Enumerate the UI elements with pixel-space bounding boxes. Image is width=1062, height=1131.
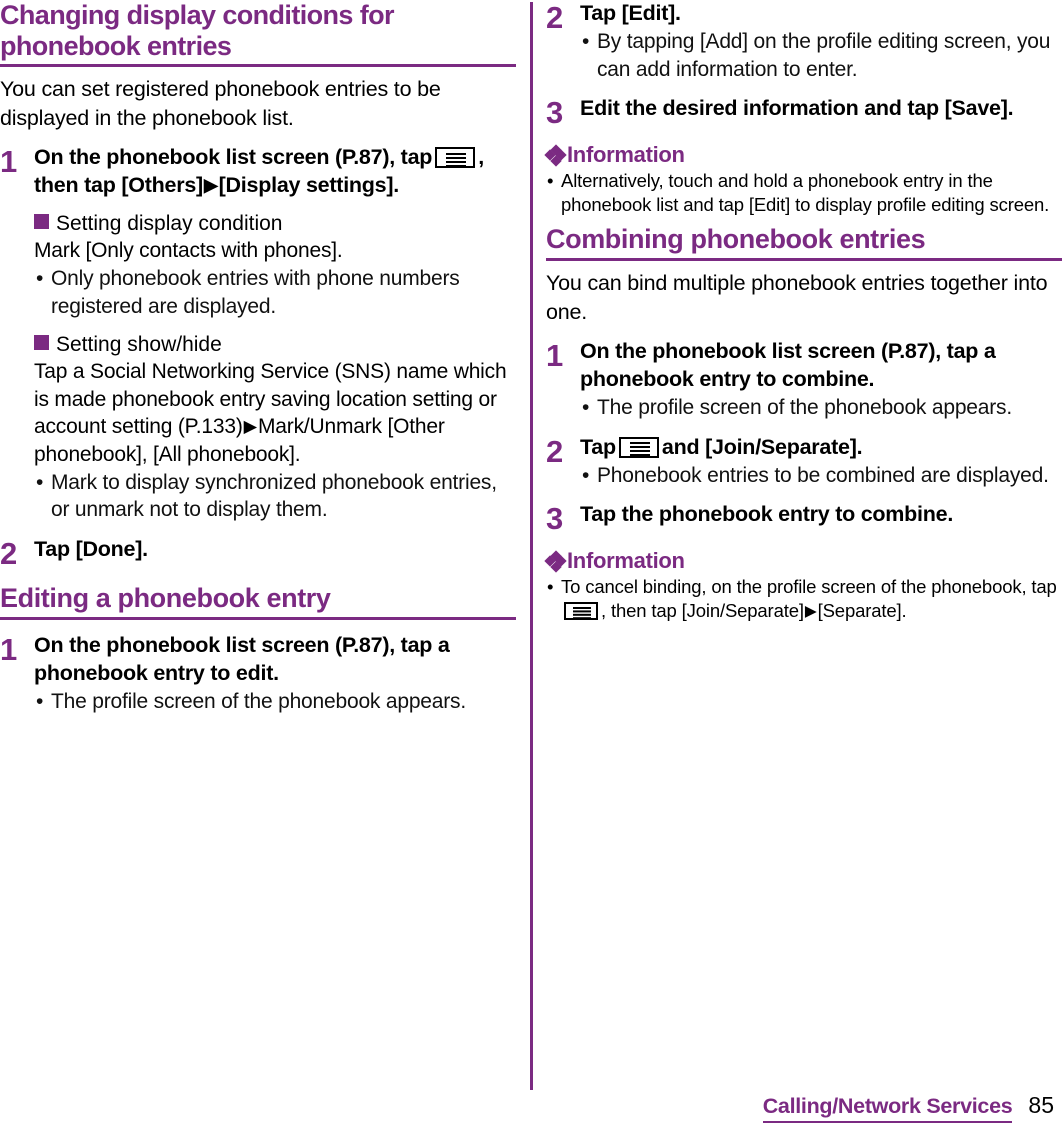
information-label: Information — [567, 142, 685, 168]
sub-heading-label: Setting display condition — [56, 212, 283, 236]
step-item: 2 Tap [Done]. — [0, 536, 516, 569]
step-title: Tap [Edit]. — [580, 1, 681, 25]
section1-intro-paragraph: You can set registered phonebook entries… — [0, 77, 441, 130]
information-label: Information — [567, 548, 685, 574]
step-item: 3 Tap the phonebook entry to combine. — [546, 501, 1062, 534]
page-number: 85 — [1028, 1092, 1054, 1118]
section3-intro-paragraph: You can bind multiple phonebook entries … — [546, 270, 1048, 324]
right-column: 2 Tap [Edit]. By tapping [Add] on the pr… — [544, 0, 1062, 1090]
step-item: 1 On the phonebook list screen (P.87), t… — [0, 632, 516, 716]
right-triangle-icon: ▶ — [203, 175, 218, 196]
list-item: Alternatively, touch and hold a phoneboo… — [546, 169, 1062, 217]
step-title: Tap the phonebook entry to combine. — [580, 502, 954, 527]
step-item: 2 Tap and [Join/Separate]. Phonebook entr… — [546, 434, 1062, 490]
step-item: 2 Tap [Edit]. By tapping [Add] on the pr… — [546, 0, 1062, 83]
sub-heading-setting-show-hide: Setting show/hide — [34, 331, 516, 358]
two-column-body: Changing display conditions for phoneboo… — [0, 0, 1062, 1090]
step-title: On the phonebook list screen (P.87), tap… — [34, 632, 450, 685]
step-bullet-list: Phonebook entries to be combined are dis… — [580, 462, 1062, 490]
sub-heading-label: Setting show/hide — [56, 332, 222, 356]
step-bullet-list: The profile screen of the phonebook appe… — [34, 688, 516, 716]
menu-key-icon — [564, 602, 598, 621]
info-text-part2: , then tap [Join/Separate] — [601, 600, 804, 622]
step-title-text-part2: and [Join/Separate]. — [661, 434, 863, 459]
list-item: To cancel binding, on the profile screen… — [546, 575, 1062, 623]
right-triangle-icon: ▶ — [804, 603, 817, 621]
page-footer: Calling/Network Services 85 — [0, 1092, 1062, 1123]
step-title-text-part1: On the phonebook list screen (P.87), tap — [34, 145, 433, 170]
list-item: By tapping [Add] on the profile editing … — [580, 28, 1062, 83]
step-content: On the phonebook list screen (P.87), tap… — [34, 144, 516, 524]
sub1-bullet-list: Only phonebook entries with phone number… — [34, 265, 516, 320]
step-content: Tap and [Join/Separate]. Phonebook entrie… — [580, 434, 1062, 490]
step-number: 2 — [546, 433, 564, 469]
step-content: On the phonebook list screen (P.87), tap… — [34, 632, 516, 716]
square-bullet-icon — [34, 214, 49, 230]
step-number: 3 — [546, 501, 564, 537]
info-text-part1: To cancel binding, on the profile screen… — [561, 576, 1057, 598]
list-item: The profile screen of the phonebook appe… — [34, 688, 516, 716]
list-item: Mark to display synchronized phonebook e… — [34, 469, 516, 524]
step-content: Tap [Edit]. By tapping [Add] on the prof… — [580, 0, 1062, 83]
step-number: 1 — [546, 338, 564, 374]
info-text-part3: [Separate]. — [817, 600, 907, 622]
sub2-bullet-list: Mark to display synchronized phonebook e… — [34, 469, 516, 524]
four-diamond-icon — [544, 144, 567, 167]
information-list: Alternatively, touch and hold a phoneboo… — [546, 169, 1062, 217]
square-bullet-icon — [34, 334, 49, 350]
step-content: On the phonebook list screen (P.87), tap… — [580, 338, 1062, 422]
step-title: On the phonebook list screen (P.87), tap… — [34, 144, 516, 200]
sub1-body-text: Mark [Only contacts with phones]. — [34, 239, 343, 263]
step-item: 1 On the phonebook list screen (P.87), t… — [546, 338, 1062, 422]
list-item: Phonebook entries to be combined are dis… — [580, 462, 1062, 490]
step-number: 2 — [0, 536, 18, 572]
step-bullet-list: The profile screen of the phonebook appe… — [580, 394, 1062, 422]
step-title: Tap and [Join/Separate]. — [580, 434, 1062, 462]
information-heading: Information — [544, 548, 1062, 574]
step-title: Edit the desired information and tap [Sa… — [580, 96, 1014, 121]
information-list: To cancel binding, on the profile screen… — [546, 575, 1062, 623]
information-heading: Information — [544, 142, 1062, 168]
menu-key-icon — [618, 436, 659, 458]
step-item: 1 On the phonebook list screen (P.87), t… — [0, 144, 516, 524]
list-item: Only phonebook entries with phone number… — [34, 265, 516, 320]
step-item: 3 Edit the desired information and tap [… — [546, 95, 1062, 128]
column-divider — [530, 2, 533, 1090]
step-title-text-part3: [Display settings]. — [218, 173, 400, 198]
section-heading-combining-phonebook-entries: Combining phonebook entries — [546, 224, 1062, 261]
four-diamond-icon — [544, 550, 567, 573]
step-number: 1 — [0, 631, 18, 667]
manual-page: Changing display conditions for phoneboo… — [0, 0, 1062, 1131]
step-content: Edit the desired information and tap [Sa… — [580, 95, 1062, 128]
step-title: Tap [Done]. — [34, 537, 148, 562]
step-content: Tap [Done]. — [34, 536, 516, 569]
step-bullet-list: By tapping [Add] on the profile editing … — [580, 28, 1062, 83]
left-column: Changing display conditions for phoneboo… — [0, 0, 516, 1090]
sub2-body-text: Tap a Social Networking Service (SNS) na… — [34, 358, 516, 469]
right-triangle-icon: ▶ — [243, 416, 258, 437]
step-title: On the phonebook list screen (P.87), tap… — [580, 339, 996, 392]
sub-heading-setting-display-condition: Setting display condition — [34, 210, 516, 237]
column-gap — [516, 0, 546, 1090]
section-heading-changing-display-conditions: Changing display conditions for phoneboo… — [0, 0, 516, 67]
step-number: 2 — [546, 0, 564, 35]
step-content: Tap the phonebook entry to combine. — [580, 501, 1062, 534]
footer-chapter-title: Calling/Network Services — [762, 1094, 1013, 1123]
step-number: 1 — [0, 144, 18, 180]
list-item: The profile screen of the phonebook appe… — [580, 394, 1062, 422]
menu-key-icon — [435, 147, 476, 169]
step-number: 3 — [546, 95, 564, 131]
section-heading-editing-phonebook-entry: Editing a phonebook entry — [0, 583, 516, 620]
step-title-text-part1: Tap — [580, 434, 616, 459]
